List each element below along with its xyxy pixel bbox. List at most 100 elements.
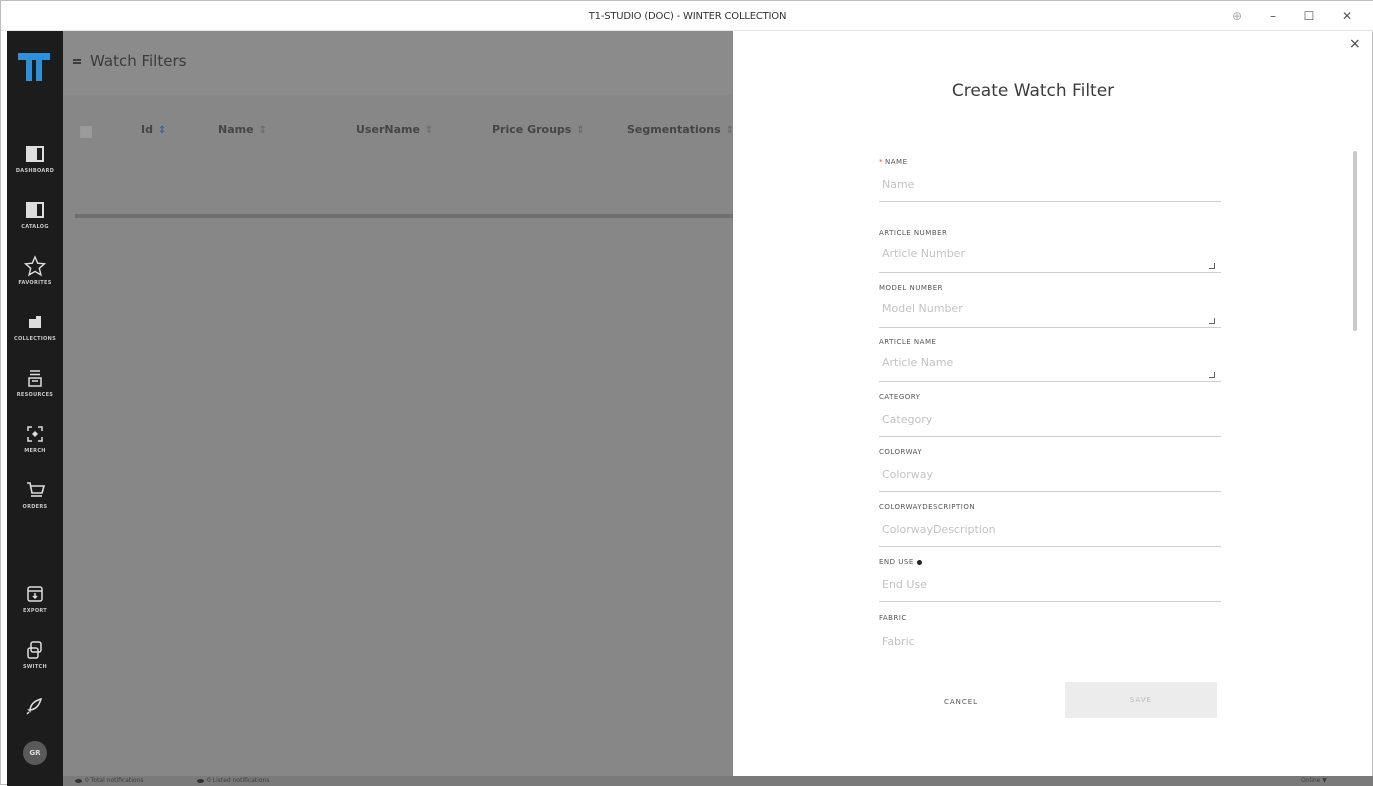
app-window: T1-STUDIO (DOC) - WINTER COLLECTION ⊕ – … bbox=[0, 0, 1373, 786]
panel-heading: Create Watch Filter bbox=[951, 81, 1115, 101]
field-label: COLORWAY bbox=[879, 448, 923, 456]
page-title: Watch Filters bbox=[90, 52, 187, 70]
column-header-id[interactable]: Id ⇕ bbox=[141, 123, 166, 136]
column-header-price-groups[interactable]: Price Groups ⇕ bbox=[492, 123, 585, 136]
field-label: MODEL NUMBER bbox=[879, 284, 943, 292]
zoom-icon[interactable]: ⊕ bbox=[1227, 7, 1247, 25]
export-icon bbox=[27, 586, 43, 602]
sidebar-item-label: RESOURCES bbox=[16, 392, 54, 398]
fabric-field: FABRIC bbox=[879, 614, 1221, 658]
sort-icon: ⇕ bbox=[424, 125, 434, 136]
maximize-button[interactable]: ☐ bbox=[1299, 7, 1319, 25]
article-number-field: ARTICLE NUMBER bbox=[879, 229, 1221, 273]
book-icon bbox=[26, 146, 44, 162]
sidebar-item-export[interactable]: EXPORT bbox=[7, 583, 63, 633]
required-marker: * bbox=[879, 158, 883, 166]
eye-icon bbox=[75, 778, 82, 783]
status-text: 0 Total notifications bbox=[85, 777, 144, 784]
sidebar-item-label: FAVORITES bbox=[18, 280, 52, 286]
field-label: ARTICLE NAME bbox=[879, 338, 937, 346]
field-label: COLORWAYDESCRIPTION bbox=[879, 503, 976, 511]
colorway-description-field: COLORWAYDESCRIPTION bbox=[879, 503, 1221, 547]
menu-icon[interactable] bbox=[73, 59, 81, 64]
field-label: FABRIC bbox=[879, 614, 907, 622]
model-number-input[interactable] bbox=[879, 302, 1221, 328]
column-label: Price Groups bbox=[492, 123, 572, 136]
book-icon bbox=[26, 202, 44, 218]
column-label: UserName bbox=[356, 123, 420, 136]
resize-handle[interactable] bbox=[1209, 318, 1215, 324]
window-title: T1-STUDIO (DOC) - WINTER COLLECTION bbox=[588, 11, 787, 22]
table-divider bbox=[75, 214, 733, 218]
sidebar-item-label: ORDERS bbox=[22, 504, 48, 510]
cancel-button[interactable]: CANCEL bbox=[911, 691, 1011, 713]
sort-icon: ⇕ bbox=[576, 125, 585, 136]
field-label: END USE bbox=[879, 558, 1221, 568]
sidebar-item-resources[interactable]: RESOURCES bbox=[7, 367, 63, 417]
close-window-button[interactable]: ✕ bbox=[1337, 7, 1357, 25]
article-name-input[interactable] bbox=[879, 356, 1221, 382]
resize-handle[interactable] bbox=[1209, 263, 1215, 269]
cart-icon bbox=[27, 482, 46, 497]
sidebar-item-orders[interactable]: ORDERS bbox=[7, 479, 63, 529]
column-header-name[interactable]: Name ⇕ bbox=[218, 123, 267, 136]
sidebar-item-favorites[interactable]: FAVORITES bbox=[7, 255, 63, 305]
sidebar-item-collections[interactable]: COLLECTIONS bbox=[7, 311, 63, 361]
field-label: * NAME bbox=[879, 158, 1221, 168]
column-header-username[interactable]: UserName ⇕ bbox=[356, 123, 433, 136]
select-all-checkbox[interactable] bbox=[80, 126, 92, 138]
field-label: CATEGORY bbox=[879, 393, 921, 401]
info-dot-icon bbox=[916, 559, 922, 565]
resize-handle[interactable] bbox=[1209, 372, 1215, 378]
column-header-segmentations[interactable]: Segmentations ⇕ bbox=[627, 123, 734, 136]
end-use-label: END USE bbox=[879, 558, 914, 566]
colorway-description-input[interactable] bbox=[879, 521, 1221, 547]
article-number-input[interactable] bbox=[879, 247, 1221, 273]
switch-icon bbox=[27, 641, 42, 659]
sidebar-item-label: CATALOG bbox=[21, 224, 49, 230]
sidebar-item-label: MERCH bbox=[24, 448, 46, 454]
page-header: Watch Filters bbox=[63, 31, 733, 95]
column-label: Segmentations bbox=[627, 123, 721, 136]
drawer-icon bbox=[28, 370, 42, 387]
sort-icon: ⇕ bbox=[157, 125, 167, 136]
avatar[interactable]: GR bbox=[23, 741, 47, 765]
category-field: CATEGORY bbox=[879, 393, 1221, 437]
sidebar-item-dashboard[interactable]: DASHBOARD bbox=[7, 143, 63, 193]
feedback-button[interactable] bbox=[7, 695, 63, 745]
eye-icon bbox=[197, 778, 204, 783]
save-button[interactable]: SAVE bbox=[1065, 682, 1217, 718]
name-label: NAME bbox=[885, 158, 908, 166]
colorway-field: COLORWAY bbox=[879, 448, 1221, 492]
sidebar-item-merch[interactable]: MERCH bbox=[7, 423, 63, 473]
sidebar-item-label: DASHBOARD bbox=[15, 168, 55, 174]
fabric-input[interactable] bbox=[879, 632, 1221, 658]
sidebar-item-label: EXPORT bbox=[22, 608, 48, 614]
rocket-icon bbox=[26, 697, 43, 715]
sidebar-item-catalog[interactable]: CATALOG bbox=[7, 199, 63, 249]
sidebar: DASHBOARD CATALOG FAVORITES COLLECTIONS … bbox=[7, 31, 63, 786]
title-bar: T1-STUDIO (DOC) - WINTER COLLECTION ⊕ – … bbox=[1, 1, 1373, 31]
online-label: Online bbox=[1301, 777, 1321, 784]
name-field: * NAME bbox=[879, 158, 1221, 202]
name-input[interactable] bbox=[879, 176, 1221, 202]
create-watch-filter-panel: × Create Watch Filter *NAME ARTICLE NUMB… bbox=[733, 31, 1369, 776]
end-use-field: END USE bbox=[879, 558, 1221, 602]
column-label: Id bbox=[141, 123, 153, 136]
model-number-field: MODEL NUMBER bbox=[879, 284, 1221, 328]
category-input[interactable] bbox=[879, 411, 1221, 437]
column-label: Name bbox=[218, 123, 254, 136]
star-icon bbox=[24, 255, 46, 277]
merch-icon bbox=[27, 426, 43, 442]
wifi-icon: ▼ bbox=[1322, 777, 1327, 784]
sidebar-item-switch[interactable]: SWITCH bbox=[7, 639, 63, 689]
article-name-field: ARTICLE NAME bbox=[879, 338, 1221, 382]
close-icon[interactable]: × bbox=[1349, 36, 1361, 52]
scrollbar[interactable] bbox=[1353, 151, 1357, 331]
colorway-input[interactable] bbox=[879, 466, 1221, 492]
minimize-button[interactable]: – bbox=[1263, 7, 1283, 25]
status-text: 0 Listed notifications bbox=[207, 777, 270, 784]
end-use-input[interactable] bbox=[879, 576, 1221, 602]
sidebar-item-label: COLLECTIONS bbox=[14, 336, 56, 342]
sidebar-item-label: SWITCH bbox=[22, 664, 48, 670]
